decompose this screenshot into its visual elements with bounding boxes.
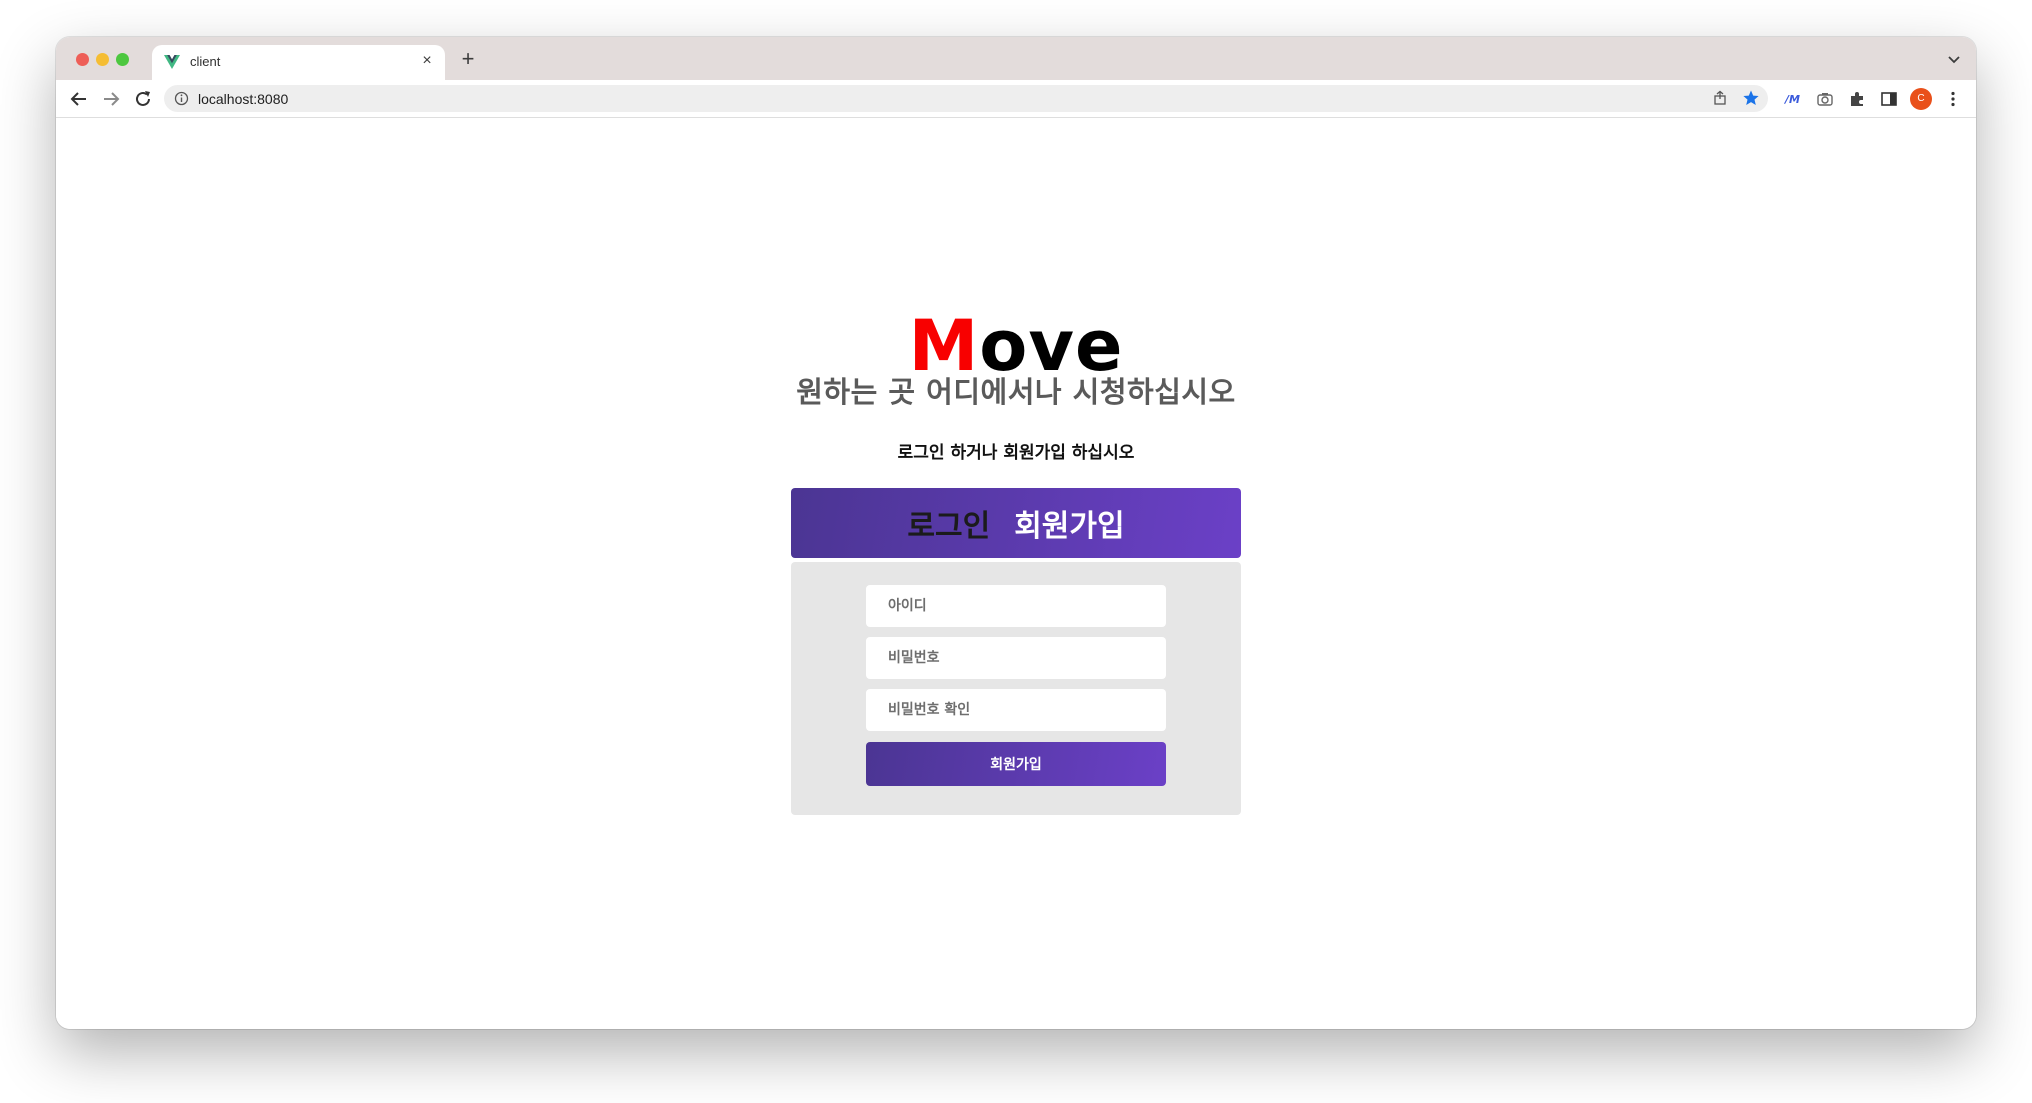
signup-submit-button[interactable]: 회원가입 — [866, 742, 1166, 786]
camera-icon[interactable] — [1816, 90, 1834, 108]
zoom-window-button[interactable] — [116, 53, 129, 66]
bookmark-star-icon[interactable] — [1742, 89, 1760, 107]
close-window-button[interactable] — [76, 53, 89, 66]
tab-title: client — [190, 54, 221, 69]
vue-logo-icon — [164, 55, 180, 69]
page-headline: 원하는 곳 어디에서나 시청하십시오 — [796, 375, 1236, 409]
user-id-input[interactable] — [866, 585, 1166, 627]
auth-tabs: 로그인 회원가입 — [791, 488, 1241, 558]
reload-icon[interactable] — [132, 88, 154, 110]
share-icon[interactable] — [1712, 90, 1728, 106]
address-bar[interactable]: localhost:8080 — [164, 85, 1768, 112]
profile-avatar[interactable]: C — [1910, 88, 1932, 110]
tab-signup[interactable]: 회원가입 — [1014, 501, 1124, 545]
puzzle-extensions-icon[interactable] — [1848, 90, 1866, 108]
page-subheadline: 로그인 하거나 회원가입 하십시오 — [897, 443, 1135, 463]
site-info-icon[interactable] — [174, 91, 189, 106]
password-confirm-input[interactable] — [866, 689, 1166, 731]
minimize-window-button[interactable] — [96, 53, 109, 66]
password-input[interactable] — [866, 637, 1166, 679]
url-text: localhost:8080 — [198, 91, 289, 107]
signup-form: 회원가입 — [791, 562, 1241, 815]
svg-text:/M: /M — [1784, 93, 1800, 106]
tab-close-icon[interactable]: × — [417, 51, 437, 71]
more-menu-icon[interactable] — [1944, 90, 1962, 108]
back-arrow-icon[interactable] — [68, 88, 90, 110]
page-viewport: Move 원하는 곳 어디에서나 시청하십시오 로그인 하거나 회원가입 하십시… — [56, 119, 1976, 1029]
new-tab-button[interactable]: + — [456, 48, 480, 72]
browser-toolbar: localhost:8080 /M C — [56, 80, 1976, 118]
tab-search-chevron-icon[interactable] — [1946, 51, 1962, 67]
browser-window: client × + localhost:8080 /M C Move 원하는 … — [56, 37, 1976, 1029]
browser-tab-client[interactable]: client × — [152, 45, 445, 80]
extension-m-icon[interactable]: /M — [1784, 90, 1802, 108]
tab-login[interactable]: 로그인 — [907, 501, 990, 545]
forward-arrow-icon[interactable] — [100, 88, 122, 110]
side-panel-icon[interactable] — [1880, 90, 1898, 108]
tab-strip: client × + — [56, 37, 1976, 80]
